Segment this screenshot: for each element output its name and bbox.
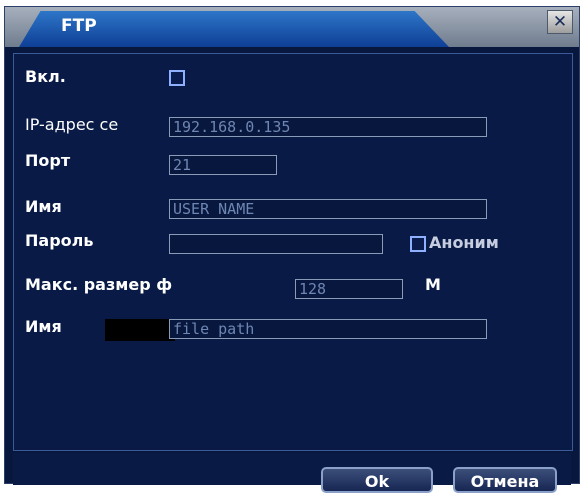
ok-button[interactable]: Ok <box>321 467 433 493</box>
anonymous-checkbox[interactable] <box>410 236 426 252</box>
anonymous-label: Аноним <box>429 233 499 252</box>
password-field[interactable] <box>169 234 383 254</box>
username-label: Имя <box>25 197 62 216</box>
username-field[interactable]: USER NAME <box>169 199 487 219</box>
enable-label: Вкл. <box>25 67 66 86</box>
ftp-dialog: FTP ✕ Вкл. IP-адрес се 192.168.0.135 Пор… <box>4 6 580 493</box>
ip-address-field[interactable]: 192.168.0.135 <box>169 117 487 137</box>
title-bar: FTP ✕ <box>5 7 579 47</box>
redacted-label-block <box>105 319 175 341</box>
dialog-title: FTP <box>61 16 97 36</box>
max-size-field[interactable]: 128 <box>295 279 403 299</box>
password-label: Пароль <box>25 231 94 250</box>
path-label: Имя <box>25 317 62 336</box>
enable-checkbox[interactable] <box>169 70 185 86</box>
close-icon[interactable]: ✕ <box>547 10 573 34</box>
file-path-field[interactable]: file path <box>169 319 487 339</box>
cancel-button[interactable]: Отмена <box>453 467 557 493</box>
port-label: Порт <box>25 151 71 170</box>
max-size-unit: М <box>425 275 441 294</box>
max-size-label: Макс. размер ф <box>25 275 173 294</box>
ip-label: IP-адрес се <box>25 115 119 134</box>
port-field[interactable]: 21 <box>169 155 277 175</box>
